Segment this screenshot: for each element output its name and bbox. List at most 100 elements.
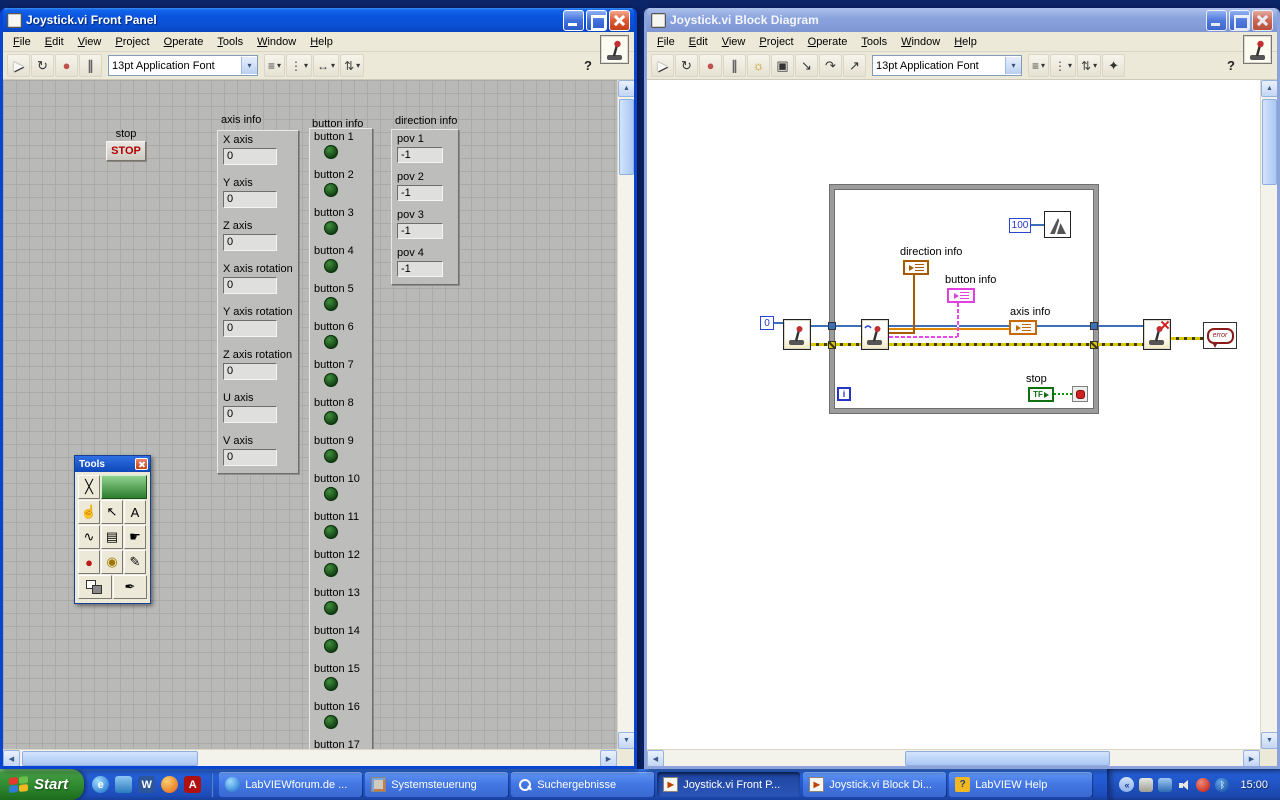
wait-until-next-ms-node[interactable] <box>1044 211 1071 238</box>
font-selector[interactable]: 13pt Application Font ▾ <box>872 55 1022 76</box>
tunnel[interactable] <box>1090 341 1098 349</box>
horizontal-scroll-thumb[interactable] <box>905 751 1110 766</box>
wire-wait-ms[interactable] <box>1031 224 1044 226</box>
tray-chevron-button[interactable]: « <box>1119 777 1135 792</box>
wire-stop-boolean[interactable] <box>1054 393 1072 395</box>
numeric-constant-100[interactable]: 100 <box>1009 218 1031 233</box>
led-indicator[interactable] <box>324 525 338 539</box>
resize-objects-dropdown[interactable]: ↔ ▾ <box>313 54 340 77</box>
vertical-scroll-thumb[interactable] <box>619 99 634 175</box>
led-indicator[interactable] <box>324 601 338 615</box>
set-color-tool-icon[interactable] <box>78 575 112 599</box>
menu-view[interactable]: View <box>715 33 753 51</box>
menu-operate[interactable]: Operate <box>157 33 211 51</box>
taskbar-task-block-diagram[interactable]: ▶ Joystick.vi Block Di... <box>803 772 947 797</box>
maximize-button[interactable] <box>1229 9 1250 31</box>
wire-error[interactable] <box>811 343 861 346</box>
tray-security-icon[interactable] <box>1139 777 1154 792</box>
led-indicator[interactable] <box>324 183 338 197</box>
acrobat-icon[interactable]: A <box>184 776 202 793</box>
tools-palette-titlebar[interactable]: Tools <box>75 456 150 472</box>
abort-button[interactable]: ● <box>55 54 78 77</box>
scroll-left-button[interactable]: ◀ <box>647 750 664 766</box>
tray-volume-icon[interactable] <box>1177 778 1191 792</box>
numeric-indicator[interactable]: -1 <box>397 223 443 239</box>
tunnel[interactable] <box>828 322 836 330</box>
auto-tool-icon[interactable]: ╳ <box>78 475 100 499</box>
block-diagram-titlebar[interactable]: Joystick.vi Block Diagram <box>647 8 1277 32</box>
taskbar-task-front-panel[interactable]: ▶ Joystick.vi Front P... <box>657 772 801 797</box>
tunnel[interactable] <box>1090 322 1098 330</box>
led-indicator[interactable] <box>324 373 338 387</box>
horizontal-scroll-thumb[interactable] <box>22 751 198 766</box>
pause-button[interactable]: ∥ <box>723 54 746 77</box>
taskbar-task-suchergebnisse[interactable]: Suchergebnisse <box>511 772 655 797</box>
tools-palette[interactable]: Tools ╳ ☝ ↖ A ∿ ▤ ☛ ● ◉ ✎ ✒ <box>74 455 151 604</box>
tray-antivirus-icon[interactable] <box>1196 777 1211 792</box>
error-out-indicator[interactable]: error <box>1203 322 1237 349</box>
run-button[interactable]: ▶ <box>651 54 674 77</box>
vertical-scroll-thumb[interactable] <box>1262 99 1277 185</box>
menu-file[interactable]: File <box>650 33 682 51</box>
button-info-terminal[interactable] <box>947 288 975 303</box>
reorder-objects-dropdown[interactable]: ⇅ ▾ <box>340 54 365 77</box>
scroll-down-button[interactable]: ▼ <box>1261 732 1277 749</box>
probe-tool-icon[interactable]: ◉ <box>101 550 123 574</box>
wire-device-id[interactable] <box>811 325 861 327</box>
scroll-tool-icon[interactable]: ☛ <box>124 525 146 549</box>
initialize-joystick-node[interactable] <box>783 319 811 350</box>
highlight-execution-button[interactable]: ☼ <box>747 54 770 77</box>
menu-tools[interactable]: Tools <box>210 33 250 51</box>
maximize-button[interactable] <box>586 9 607 31</box>
numeric-indicator[interactable]: 0 <box>223 277 277 294</box>
scroll-left-button[interactable]: ◀ <box>3 750 20 766</box>
wire-button-info[interactable] <box>889 336 959 338</box>
taskbar-task-systemsteuerung[interactable]: Systemsteuerung <box>365 772 509 797</box>
run-continuously-button[interactable]: ↻ <box>675 54 698 77</box>
wire-device-id[interactable] <box>774 322 783 324</box>
menu-project[interactable]: Project <box>108 33 156 51</box>
start-button[interactable]: Start <box>0 769 85 800</box>
led-indicator[interactable] <box>324 259 338 273</box>
front-panel-titlebar[interactable]: Joystick.vi Front Panel <box>3 8 634 32</box>
numeric-indicator[interactable]: 0 <box>223 191 277 208</box>
numeric-indicator[interactable]: 0 <box>223 234 277 251</box>
stop-button[interactable]: STOP <box>106 141 146 161</box>
direction-info-terminal[interactable] <box>903 260 929 275</box>
numeric-indicator[interactable]: 0 <box>223 449 277 466</box>
menu-operate[interactable]: Operate <box>801 33 855 51</box>
led-indicator[interactable] <box>324 221 338 235</box>
minimize-button[interactable] <box>1206 9 1227 31</box>
axis-info-terminal[interactable] <box>1009 320 1037 335</box>
align-objects-dropdown[interactable]: ≡ ▾ <box>264 54 286 77</box>
numeric-indicator[interactable]: 0 <box>223 148 277 165</box>
font-selector[interactable]: 13pt Application Font ▾ <box>108 55 258 76</box>
wire-tool-icon[interactable]: ∿ <box>78 525 100 549</box>
led-indicator[interactable] <box>324 639 338 653</box>
menu-help[interactable]: Help <box>303 33 340 51</box>
step-over-button[interactable]: ↷ <box>819 54 842 77</box>
menu-project[interactable]: Project <box>752 33 800 51</box>
taskbar-task-labviewforum[interactable]: LabVIEWforum.de ... <box>219 772 363 797</box>
scroll-up-button[interactable]: ▲ <box>1261 80 1277 97</box>
step-out-button[interactable]: ↗ <box>843 54 866 77</box>
acquire-input-data-node[interactable] <box>861 319 889 350</box>
wire-direction-info[interactable] <box>913 275 915 334</box>
brush-tool-icon[interactable]: ✒ <box>113 575 147 599</box>
tray-bluetooth-icon[interactable]: ᛒ <box>1215 777 1230 792</box>
align-objects-dropdown[interactable]: ≡ ▾ <box>1028 54 1050 77</box>
internet-explorer-icon[interactable]: e <box>92 776 110 793</box>
minimize-button[interactable] <box>563 9 584 31</box>
color-copy-tool-icon[interactable]: ✎ <box>124 550 146 574</box>
wire-axis-info[interactable] <box>889 328 1009 330</box>
numeric-indicator[interactable]: 0 <box>223 320 277 337</box>
firefox-icon[interactable] <box>161 776 179 793</box>
run-continuously-button[interactable]: ↻ <box>31 54 54 77</box>
menu-tools[interactable]: Tools <box>854 33 894 51</box>
tunnel[interactable] <box>828 341 836 349</box>
numeric-indicator[interactable]: 0 <box>223 406 277 423</box>
vi-icon-thumbnail[interactable] <box>1243 35 1272 64</box>
numeric-indicator[interactable]: 0 <box>223 363 277 380</box>
numeric-indicator[interactable]: -1 <box>397 261 443 277</box>
led-indicator[interactable] <box>324 449 338 463</box>
